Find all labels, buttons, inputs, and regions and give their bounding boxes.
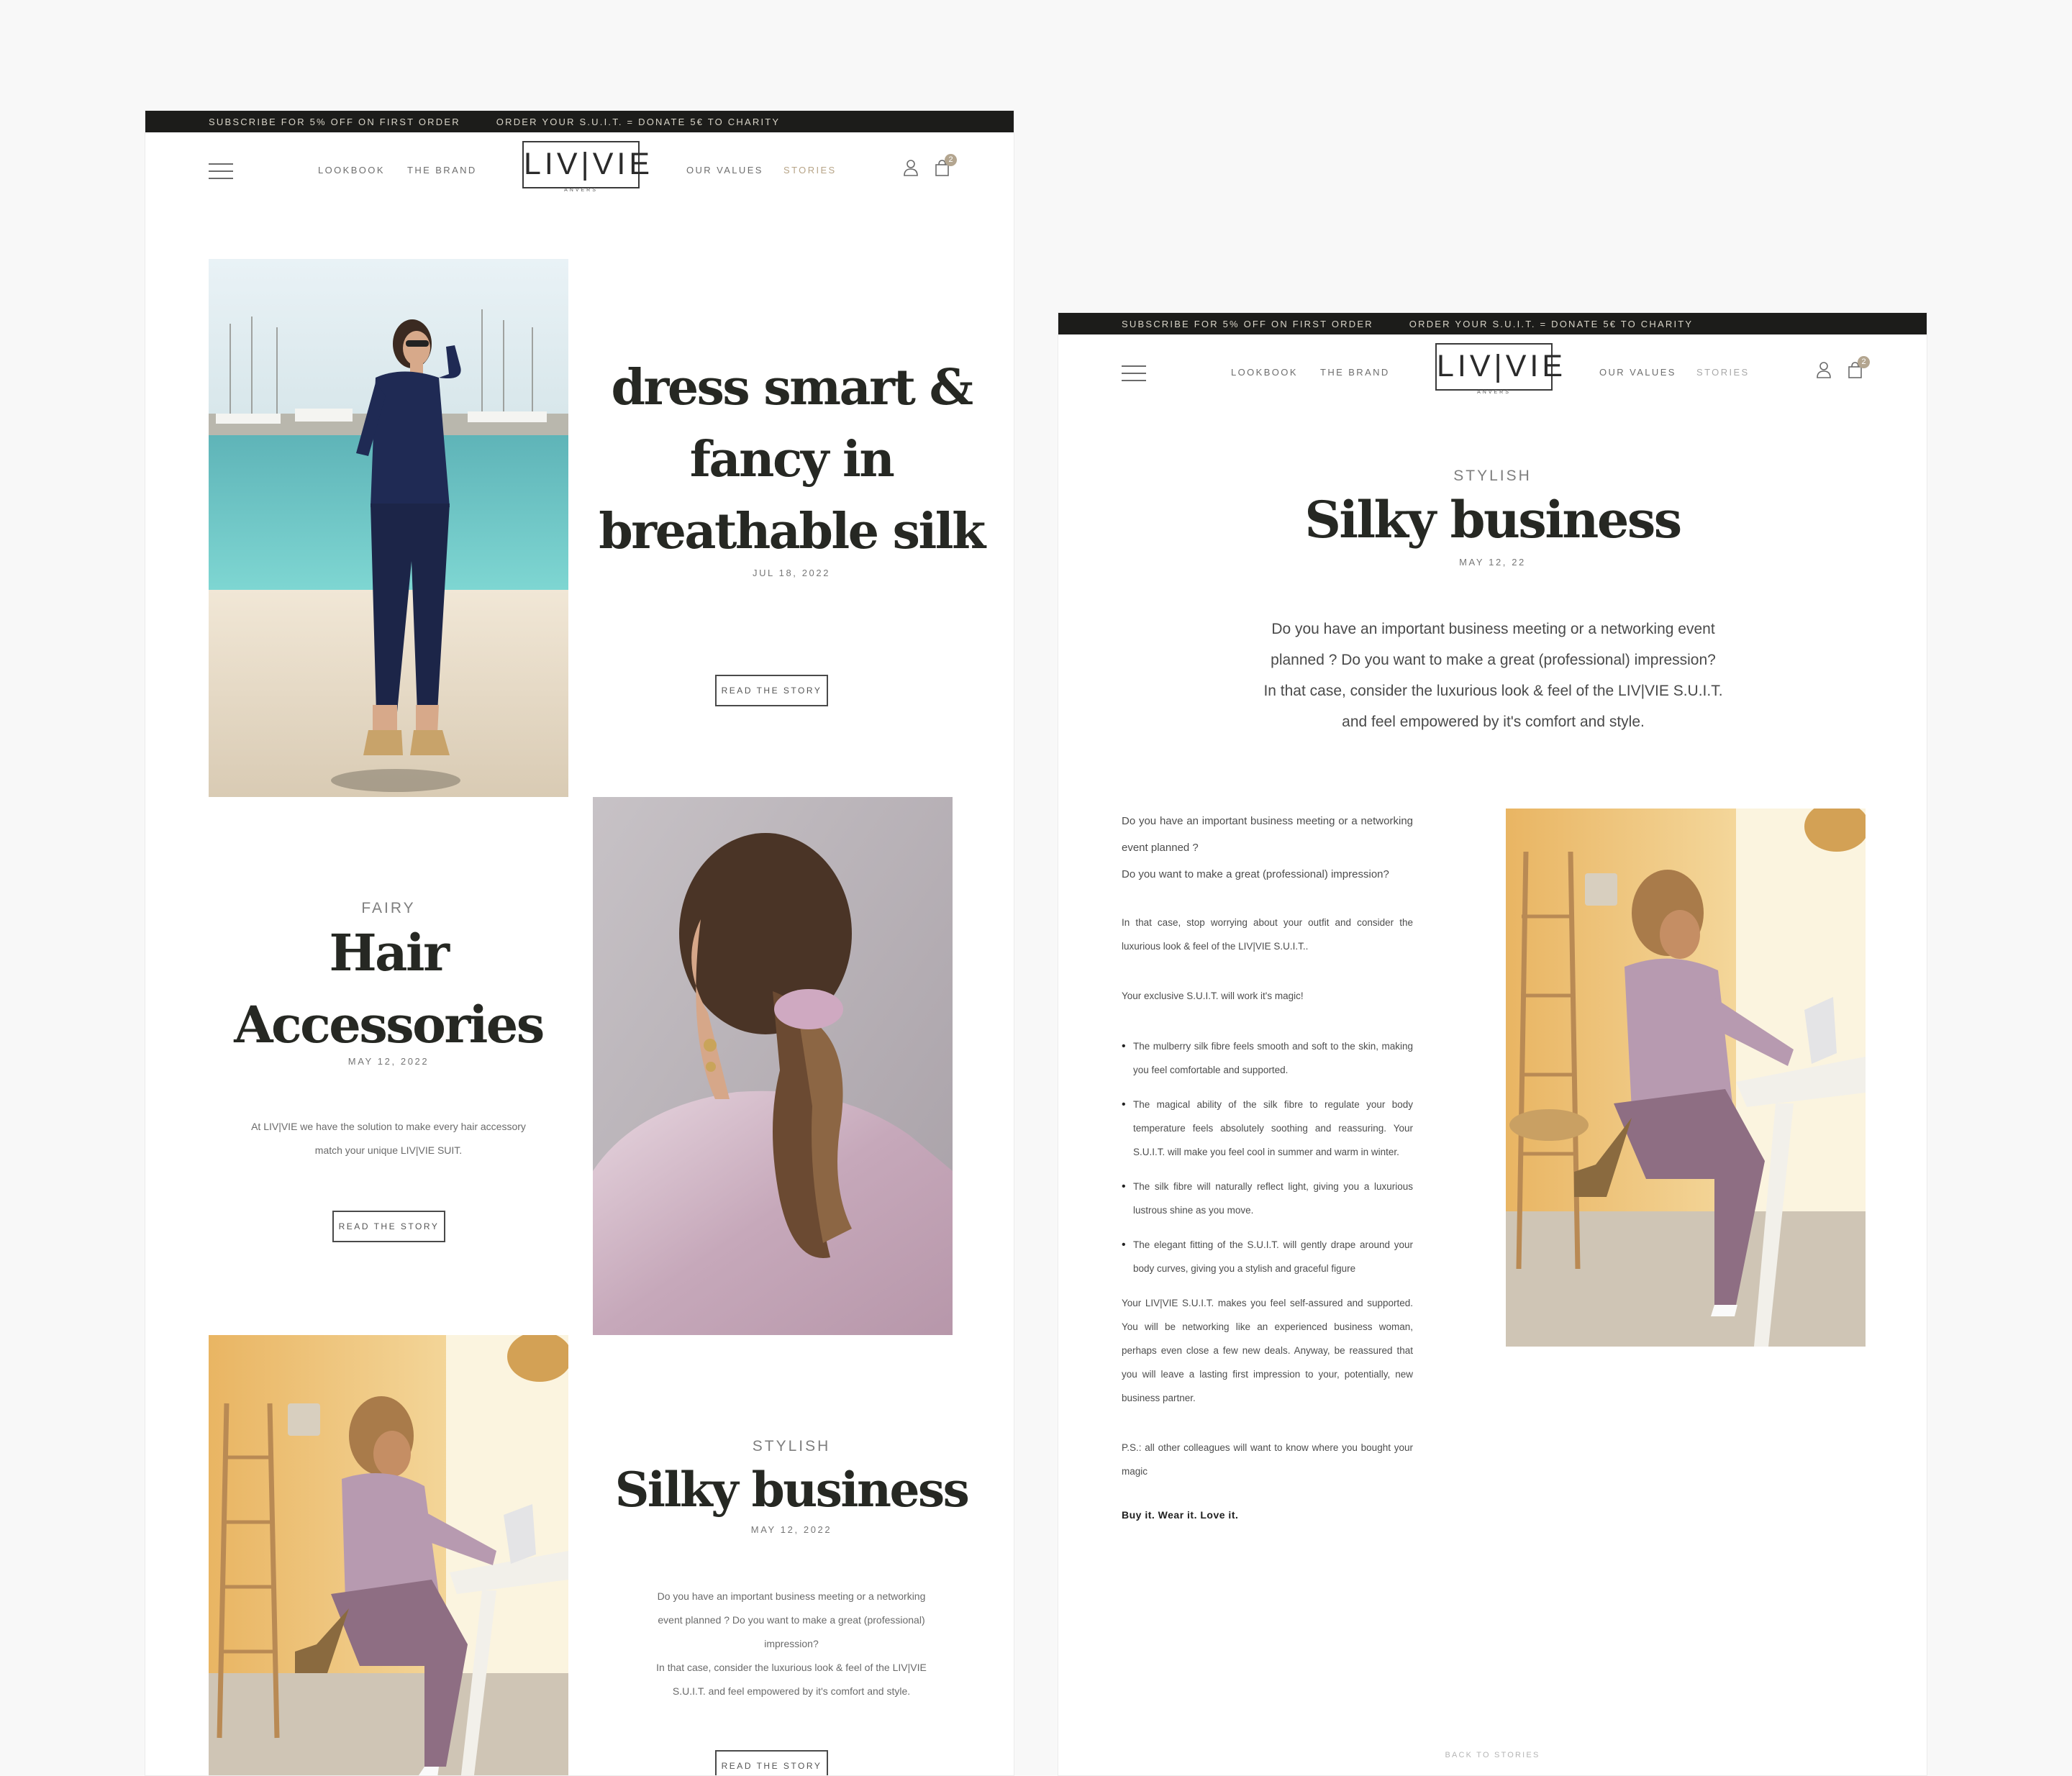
story3-excerpt-line4: In that case, consider the luxurious loo… [656, 1662, 927, 1673]
nav-the-brand[interactable]: THE BRAND [1320, 367, 1390, 378]
story3-header[interactable]: STYLISH Silky business [590, 1438, 993, 1524]
user-icon[interactable] [1815, 360, 1832, 379]
story2-read-button[interactable]: READ THE STORY [332, 1211, 445, 1242]
story2-title-line1: Hair [329, 923, 450, 983]
announcement-bar: SUBSCRIBE FOR 5% OFF ON FIRST ORDER ORDE… [1058, 313, 1927, 334]
article-tagline: Buy it. Wear it. Love it. [1122, 1509, 1239, 1521]
article-page: SUBSCRIBE FOR 5% OFF ON FIRST ORDER ORDE… [1058, 312, 1927, 1776]
article-intro-line4: and feel empowered by it's comfort and s… [1342, 714, 1645, 730]
story3-excerpt-line2: event planned ? Do you want to make a gr… [658, 1614, 925, 1626]
story3-excerpt-line1: Do you have an important business meetin… [657, 1590, 926, 1602]
charity-promo[interactable]: ORDER YOUR S.U.I.T. = DONATE 5€ TO CHARI… [496, 117, 780, 127]
logo-wordmark: LIV|VIE [524, 147, 654, 181]
nav-our-values[interactable]: OUR VALUES [1599, 367, 1676, 378]
nav-our-values[interactable]: OUR VALUES [686, 165, 763, 176]
article-intro-line2: planned ? Do you want to make a great (p… [1271, 652, 1716, 668]
story3-date: MAY 12, 2022 [750, 1524, 832, 1535]
story1-read-button[interactable]: READ THE STORY [715, 675, 828, 706]
story-photo-hair[interactable] [593, 797, 953, 1335]
cart-count-badge: 2 [1858, 356, 1870, 368]
story1-title-line2: fancy in [689, 431, 895, 488]
story3-excerpt: Do you have an important business meetin… [590, 1585, 993, 1703]
story3-eyebrow: STYLISH [752, 1438, 831, 1454]
story2-header[interactable]: FAIRY Hair Accessories [209, 900, 568, 1061]
article-bullet-list: The mulberry silk fibre feels smooth and… [1122, 1034, 1413, 1280]
article-body: Do you have an important business meetin… [1122, 808, 1413, 1521]
user-icon[interactable] [902, 158, 919, 177]
subscribe-promo[interactable]: SUBSCRIBE FOR 5% OFF ON FIRST ORDER [209, 117, 460, 127]
article-paragraph: P.S.: all other colleagues will want to … [1122, 1442, 1413, 1477]
story1-title[interactable]: dress smart & fancy in breathable silk [590, 352, 993, 568]
menu-icon[interactable] [1122, 363, 1146, 383]
nav-stories[interactable]: STORIES [1696, 367, 1750, 378]
list-item: The magical ability of the silk fibre to… [1122, 1093, 1413, 1164]
story3-excerpt-line3: impression? [764, 1638, 819, 1649]
story2-excerpt-line1: At LIV|VIE we have the solution to make … [251, 1121, 526, 1132]
story3-title: Silky business [614, 1462, 970, 1518]
shopping-bag-icon[interactable]: 2 [1848, 356, 1871, 379]
story2-date: MAY 12, 2022 [347, 1056, 430, 1067]
main-nav: LOOKBOOK THE BRAND LIV|VIE ANVERS OUR VA… [1058, 334, 1927, 421]
story2-title-line2: Accessories [234, 995, 545, 1055]
shopping-bag-icon[interactable]: 2 [935, 154, 958, 177]
nav-lookbook[interactable]: LOOKBOOK [1231, 367, 1298, 378]
article-intro-line1: Do you have an important business meetin… [1271, 621, 1715, 637]
announcement-bar: SUBSCRIBE FOR 5% OFF ON FIRST ORDER ORDE… [145, 111, 1014, 132]
subscribe-promo[interactable]: SUBSCRIBE FOR 5% OFF ON FIRST ORDER [1122, 319, 1373, 329]
story3-excerpt-line5: S.U.I.T. and feel empowered by it's comf… [672, 1685, 911, 1697]
article-paragraph: Do you want to make a great (professiona… [1122, 868, 1389, 880]
article-photo-laptop [1506, 809, 1866, 1347]
story2-excerpt: At LIV|VIE we have the solution to make … [209, 1115, 568, 1162]
livvie-logo[interactable]: LIV|VIE ANVERS [522, 141, 654, 193]
logo-wordmark: LIV|VIE [1437, 349, 1567, 383]
article-title: Silky business [1304, 490, 1682, 550]
story2-excerpt-line2: match your unique LIV|VIE SUIT. [314, 1144, 463, 1156]
article-intro: Do you have an important business meetin… [1202, 614, 1784, 737]
nav-stories[interactable]: STORIES [783, 165, 837, 176]
article-paragraph: In that case, stop worrying about your o… [1122, 917, 1413, 952]
main-nav: LOOKBOOK THE BRAND LIV|VIE ANVERS OUR VA… [145, 132, 1014, 219]
nav-lookbook[interactable]: LOOKBOOK [318, 165, 385, 176]
article-intro-line3: In that case, consider the luxurious loo… [1263, 683, 1723, 699]
menu-icon[interactable] [209, 161, 233, 181]
story-photo-laptop[interactable] [209, 1335, 568, 1775]
story2-eyebrow: FAIRY [361, 900, 416, 916]
list-item: The silk fibre will naturally reflect li… [1122, 1175, 1413, 1222]
charity-promo[interactable]: ORDER YOUR S.U.I.T. = DONATE 5€ TO CHARI… [1409, 319, 1693, 329]
article-paragraph: Do you have an important business meetin… [1122, 815, 1413, 854]
article-eyebrow: STYLISH [1453, 468, 1532, 484]
story-photo-marina[interactable] [209, 259, 568, 797]
story1-date: JUL 18, 2022 [752, 568, 831, 578]
cart-count-badge: 2 [945, 154, 957, 166]
story1-title-line1: dress smart & [611, 359, 973, 416]
logo-subtitle: ANVERS [564, 188, 598, 193]
list-item: The mulberry silk fibre feels smooth and… [1122, 1034, 1413, 1082]
article-header: STYLISH Silky business MAY 12, 22 [1058, 468, 1927, 568]
list-item: The elegant fitting of the S.U.I.T. will… [1122, 1233, 1413, 1280]
article-paragraph: Your exclusive S.U.I.T. will work it's m… [1122, 991, 1304, 1001]
article-date: MAY 12, 22 [1459, 557, 1526, 568]
stories-page: SUBSCRIBE FOR 5% OFF ON FIRST ORDER ORDE… [145, 110, 1014, 1776]
livvie-logo[interactable]: LIV|VIE ANVERS [1435, 343, 1567, 395]
back-to-stories-link[interactable]: BACK TO STORIES [1058, 1751, 1927, 1759]
logo-subtitle: ANVERS [1477, 390, 1511, 395]
article-paragraph: Your LIV|VIE S.U.I.T. makes you feel sel… [1122, 1298, 1413, 1403]
story3-read-button[interactable]: READ THE STORY [715, 1750, 828, 1775]
nav-the-brand[interactable]: THE BRAND [407, 165, 477, 176]
story1-title-line3: breathable silk [599, 503, 986, 560]
